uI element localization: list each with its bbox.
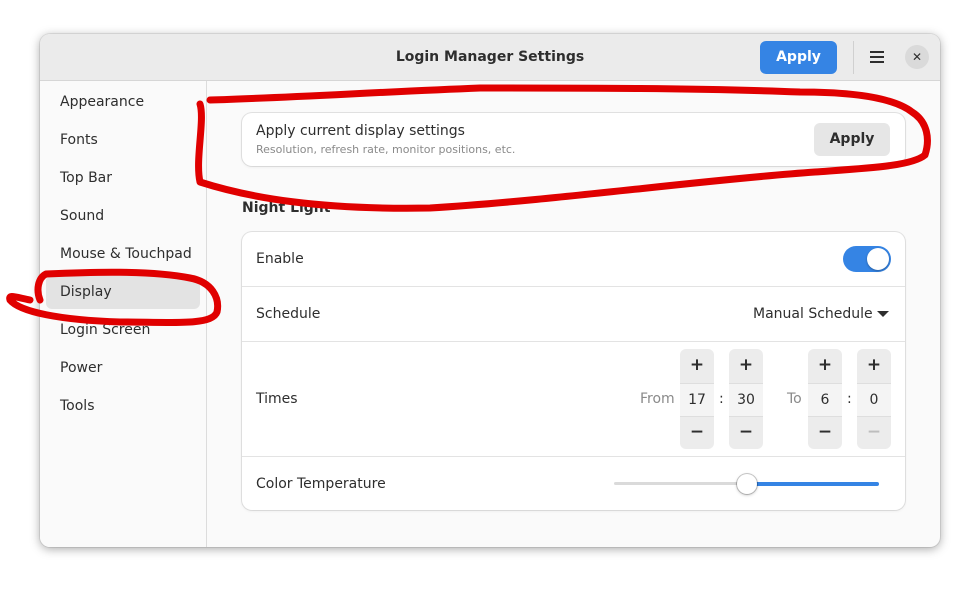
slider-fill[interactable] [747, 482, 879, 486]
from-label: From [640, 391, 675, 407]
sidebar-item-login-screen[interactable]: Login Screen [46, 313, 200, 347]
chevron-down-icon[interactable] [877, 311, 889, 317]
settings-window: Login Manager Settings Apply ✕ Appearanc… [40, 34, 940, 547]
sidebar-item-power[interactable]: Power [46, 351, 200, 385]
sidebar-item-top-bar[interactable]: Top Bar [46, 161, 200, 195]
night-light-card: Enable Schedule Manual Schedule Times Fr… [242, 232, 905, 510]
decrement-icon[interactable]: − [680, 416, 714, 449]
header-bar: Login Manager Settings Apply ✕ [40, 34, 940, 81]
increment-icon[interactable]: + [680, 349, 714, 382]
row-divider [242, 341, 905, 342]
hamburger-menu-icon[interactable] [862, 43, 892, 71]
sidebar-item-appearance[interactable]: Appearance [46, 85, 200, 119]
from-hour-spinner: + 17 − [680, 349, 714, 449]
increment-icon[interactable]: + [729, 349, 763, 382]
slider-handle[interactable] [737, 474, 757, 494]
row-divider [242, 286, 905, 287]
night-light-heading: Night Light [242, 200, 331, 216]
to-hour-value[interactable]: 6 [808, 383, 842, 417]
header-apply-button[interactable]: Apply [760, 41, 837, 74]
close-icon[interactable]: ✕ [905, 45, 929, 69]
from-minute-value[interactable]: 30 [729, 383, 763, 417]
sidebar: Appearance Fonts Top Bar Sound Mouse & T… [40, 81, 207, 547]
increment-icon[interactable]: + [808, 349, 842, 382]
display-apply-button[interactable]: Apply [814, 123, 890, 156]
schedule-dropdown[interactable]: Manual Schedule [753, 306, 873, 322]
time-separator: : [719, 391, 724, 407]
to-label: To [787, 391, 802, 407]
decrement-icon[interactable]: − [729, 416, 763, 449]
display-settings-subtitle: Resolution, refresh rate, monitor positi… [256, 143, 516, 156]
sidebar-item-fonts[interactable]: Fonts [46, 123, 200, 157]
increment-icon[interactable]: + [857, 349, 891, 382]
enable-switch[interactable] [843, 246, 891, 272]
to-hour-spinner: + 6 − [808, 349, 842, 449]
row-divider [242, 456, 905, 457]
display-settings-row: Apply current display settings Resolutio… [242, 113, 905, 166]
sidebar-item-sound[interactable]: Sound [46, 199, 200, 233]
sidebar-item-mouse-touchpad[interactable]: Mouse & Touchpad [46, 237, 200, 271]
from-minute-spinner: + 30 − [729, 349, 763, 449]
schedule-label: Schedule [256, 306, 321, 322]
times-label: Times [256, 391, 298, 407]
slider-track[interactable] [614, 482, 747, 485]
to-minute-spinner: + 0 − [857, 349, 891, 449]
sidebar-item-tools[interactable]: Tools [46, 389, 200, 423]
time-separator: : [847, 391, 852, 407]
from-hour-value[interactable]: 17 [680, 383, 714, 417]
sidebar-item-display[interactable]: Display [46, 275, 200, 309]
header-separator [853, 41, 854, 74]
switch-knob [867, 248, 889, 270]
to-minute-value[interactable]: 0 [857, 383, 891, 417]
enable-label: Enable [256, 251, 304, 267]
display-settings-title: Apply current display settings [256, 123, 465, 139]
decrement-icon[interactable]: − [857, 416, 891, 449]
color-temperature-label: Color Temperature [256, 476, 386, 492]
color-temperature-slider[interactable] [614, 472, 879, 496]
decrement-icon[interactable]: − [808, 416, 842, 449]
